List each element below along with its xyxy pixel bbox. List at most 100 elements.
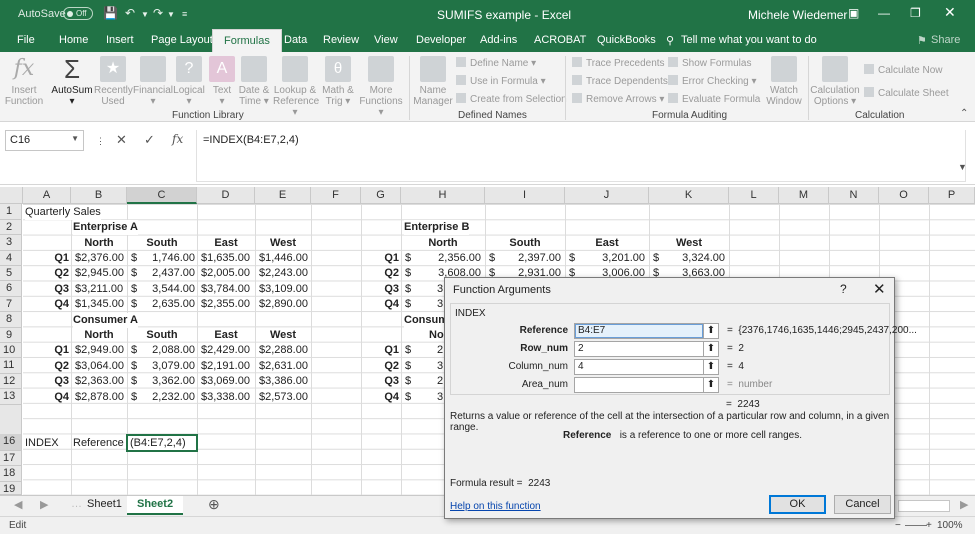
cell-e5[interactable]: $2,243.00 xyxy=(259,266,308,281)
row-header-6[interactable]: 6 xyxy=(0,281,22,297)
column-header-m[interactable]: M xyxy=(779,187,829,204)
define-name-button[interactable]: Define Name ▾ xyxy=(456,57,536,69)
cell-h7[interactable]: 3 xyxy=(437,297,443,312)
help-icon[interactable]: ? xyxy=(840,282,847,296)
cell-g6[interactable]: Q3 xyxy=(361,282,399,297)
cell-e7[interactable]: $2,890.00 xyxy=(259,297,308,312)
cell-i4[interactable]: 2,397.00 xyxy=(499,251,561,266)
help-on-function-link[interactable]: Help on this function xyxy=(450,501,541,512)
tab-file[interactable]: File xyxy=(17,34,35,46)
cell-a7[interactable]: Q4 xyxy=(23,297,69,312)
collapse-dialog-icon[interactable]: ⬆ xyxy=(703,341,719,357)
cell-c4-symbol[interactable]: $ xyxy=(131,251,137,266)
calculation-options-button[interactable]: Calculation Options ▾ xyxy=(810,56,860,107)
tab-home[interactable]: Home xyxy=(59,34,88,46)
tab-page-layout[interactable]: Page Layout xyxy=(151,34,213,46)
tell-me-box[interactable]: Tell me what you want to do xyxy=(681,34,817,46)
restore-icon[interactable]: ❐ xyxy=(910,6,921,20)
column-header-f[interactable]: F xyxy=(311,187,361,204)
row-header-9[interactable]: 9 xyxy=(0,328,22,343)
autosum-button[interactable]: Σ AutoSum ▾ xyxy=(50,56,94,107)
insert-function-button[interactable]: fx Insert Function xyxy=(4,56,44,107)
error-checking-button[interactable]: Error Checking ▾ xyxy=(668,75,757,87)
cell-b9[interactable]: North xyxy=(71,328,127,343)
cell-c6-symbol[interactable]: $ xyxy=(131,282,137,297)
ok-button[interactable]: OK xyxy=(769,495,826,514)
redo-dropdown-icon[interactable]: ▼ xyxy=(167,10,175,19)
select-all-corner[interactable] xyxy=(0,187,23,204)
column-header-h[interactable]: H xyxy=(401,187,485,204)
cell-e3[interactable]: West xyxy=(255,236,311,251)
cell-c10[interactable]: 2,088.00 xyxy=(140,343,195,358)
column-header-b[interactable]: B xyxy=(71,187,127,204)
trace-dependents-button[interactable]: Trace Dependents xyxy=(572,75,668,87)
autosave-toggle[interactable]: Off xyxy=(63,7,93,20)
row-header-5[interactable]: 5 xyxy=(0,266,22,281)
cell-j4[interactable]: 3,201.00 xyxy=(579,251,645,266)
tab-review[interactable]: Review xyxy=(323,34,359,46)
expand-formula-bar-icon[interactable]: ▼ xyxy=(958,162,967,172)
cell-b16[interactable]: Reference xyxy=(73,436,124,451)
column-header-p[interactable]: P xyxy=(929,187,975,204)
cell-a12[interactable]: Q3 xyxy=(23,374,69,389)
collapse-dialog-icon[interactable]: ⬆ xyxy=(703,377,719,393)
cell-h10-symbol[interactable]: $ xyxy=(405,343,411,358)
cell-d13[interactable]: $3,338.00 xyxy=(201,390,250,405)
row-header-1[interactable]: 1 xyxy=(0,204,22,220)
cell-b3[interactable]: North xyxy=(71,236,127,251)
tab-view[interactable]: View xyxy=(374,34,398,46)
cell-d9[interactable]: East xyxy=(197,328,255,343)
cancel-button[interactable]: Cancel xyxy=(834,495,891,514)
tab-acrobat[interactable]: ACROBAT xyxy=(534,34,586,46)
cell-e10[interactable]: $2,288.00 xyxy=(259,343,308,358)
tab-add-ins[interactable]: Add-ins xyxy=(480,34,517,46)
horizontal-scrollbar[interactable] xyxy=(898,500,950,512)
cancel-entry-icon[interactable]: ✕ xyxy=(116,132,127,148)
cell-d10[interactable]: $2,429.00 xyxy=(201,343,250,358)
cell-g12[interactable]: Q3 xyxy=(361,374,399,389)
cell-h12-symbol[interactable]: $ xyxy=(405,374,411,389)
recently-used-button[interactable]: ★ Recently Used xyxy=(94,56,133,107)
cell-h3[interactable]: North xyxy=(401,236,485,251)
cell-c10-symbol[interactable]: $ xyxy=(131,343,137,358)
row-header-13[interactable]: 13 xyxy=(0,389,22,405)
cell-a5[interactable]: Q2 xyxy=(23,266,69,281)
cell-h13-symbol[interactable]: $ xyxy=(405,390,411,405)
cell-b11[interactable]: $3,064.00 xyxy=(75,359,124,374)
cell-h8[interactable]: Consum xyxy=(404,313,448,328)
column-header-i[interactable]: I xyxy=(485,187,565,204)
cell-c6[interactable]: 3,544.00 xyxy=(140,282,195,297)
row-header-19[interactable]: 19 xyxy=(0,482,22,495)
cell-d7[interactable]: $2,355.00 xyxy=(201,297,250,312)
active-cell-c16[interactable]: (B4:E7,2,4) xyxy=(126,434,198,452)
lookup-reference-button[interactable]: Lookup & Reference ▾ xyxy=(273,56,319,118)
collapse-dialog-icon[interactable]: ⬆ xyxy=(703,323,719,339)
sheet-tab-sheet1[interactable]: Sheet1 xyxy=(77,496,132,515)
show-formulas-button[interactable]: Show Formulas xyxy=(668,57,751,69)
cell-c12[interactable]: 3,362.00 xyxy=(140,374,195,389)
cell-j3[interactable]: East xyxy=(565,236,649,251)
cell-h6[interactable]: 3 xyxy=(437,282,443,297)
tab-formulas[interactable]: Formulas xyxy=(212,29,282,52)
cell-b10[interactable]: $2,949.00 xyxy=(75,343,124,358)
column-header-d[interactable]: D xyxy=(197,187,255,204)
collapse-dialog-icon[interactable]: ⬆ xyxy=(703,359,719,375)
cell-b2[interactable]: Enterprise A xyxy=(73,220,139,235)
cell-h10[interactable]: 2 xyxy=(437,343,443,358)
cell-h12[interactable]: 2 xyxy=(437,374,443,389)
close-icon[interactable]: ✕ xyxy=(944,4,956,21)
calculate-now-button[interactable]: Calculate Now xyxy=(864,64,942,76)
cell-g10[interactable]: Q1 xyxy=(361,343,399,358)
tab-developer[interactable]: Developer xyxy=(416,34,466,46)
zoom-plus-icon[interactable]: + xyxy=(926,520,932,531)
cell-c7-symbol[interactable]: $ xyxy=(131,297,137,312)
column-header-c[interactable]: C xyxy=(127,187,197,204)
cell-a16[interactable]: INDEX xyxy=(25,436,59,451)
cell-c11-symbol[interactable]: $ xyxy=(131,359,137,374)
cell-b4[interactable]: $2,376.00 xyxy=(75,251,124,266)
evaluate-formula-button[interactable]: Evaluate Formula xyxy=(668,93,760,105)
row-header-2[interactable]: 2 xyxy=(0,220,22,235)
cell-h7-symbol[interactable]: $ xyxy=(405,297,411,312)
row-header-8[interactable]: 8 xyxy=(0,312,22,328)
cell-e13[interactable]: $2,573.00 xyxy=(259,390,308,405)
